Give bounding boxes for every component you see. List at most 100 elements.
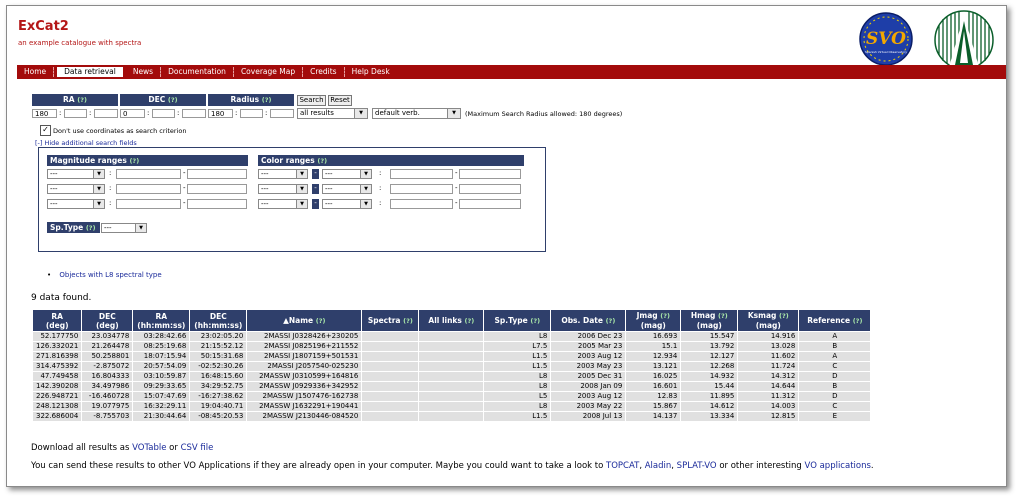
results-select[interactable]: all results ▼ [297, 108, 368, 119]
col-help-link[interactable]: (?) [403, 317, 413, 325]
color-min-input[interactable] [390, 199, 453, 209]
download-csv-link[interactable]: CSV file [181, 443, 214, 453]
col-dec-deg[interactable]: DEC (deg) [82, 310, 133, 331]
dec-degrees-input[interactable]: 0 [120, 109, 145, 118]
nav-data-retrieval[interactable]: Data retrieval [56, 66, 124, 78]
cell-spectra[interactable] [362, 412, 419, 421]
color-max-input[interactable] [459, 184, 521, 194]
col-ra-deg[interactable]: RA (deg) [33, 310, 82, 331]
vo-applications-link[interactable]: VO applications [805, 461, 871, 471]
col-hmag[interactable]: Hmag (?) (mag) [681, 310, 738, 331]
search-button[interactable]: Search [297, 95, 326, 106]
cell-name[interactable]: 2MASSI J2057540-025230 [247, 362, 362, 371]
col-help-link[interactable]: (?) [779, 312, 789, 320]
cell-all-links[interactable] [419, 342, 484, 351]
nav-home[interactable]: Home [17, 67, 55, 77]
col-help-link[interactable]: (?) [853, 317, 863, 325]
splat-link[interactable]: SPLAT-VO [677, 461, 717, 471]
radius-help-link[interactable]: (?) [262, 96, 272, 104]
objects-link[interactable]: Objects with L8 spectral type [59, 271, 161, 279]
cell-all-links[interactable] [419, 362, 484, 371]
color-band-a-select[interactable]: --- ▼ [258, 169, 308, 179]
col-ksmag[interactable]: Ksmag (?) (mag) [738, 310, 799, 331]
cell-all-links[interactable] [419, 352, 484, 361]
nav-help-desk[interactable]: Help Desk [345, 67, 397, 77]
nav-credits[interactable]: Credits [303, 67, 345, 77]
ra-seconds-input[interactable] [94, 109, 118, 118]
col-help-link[interactable]: (?) [606, 317, 616, 325]
cell-name[interactable]: 2MASSW J0310599+164816 [247, 372, 362, 381]
col-help-link[interactable]: (?) [530, 317, 540, 325]
cell-name[interactable]: 2MASSW J2130446-084520 [247, 412, 362, 421]
nav-news[interactable]: News [126, 67, 162, 77]
cell-spectra[interactable] [362, 382, 419, 391]
observatory-logo[interactable] [931, 9, 997, 71]
cell-name[interactable]: 2MASSW J1632291+190441 [247, 402, 362, 411]
cell-all-links[interactable] [419, 402, 484, 411]
cell-name[interactable]: 2MASSW J0929336+342952 [247, 382, 362, 391]
radius-seconds-input[interactable] [270, 109, 294, 118]
magnitude-max-input[interactable] [187, 184, 247, 194]
col-all-links[interactable]: All links (?) [419, 310, 484, 331]
cell-all-links[interactable] [419, 332, 484, 341]
download-votable-link[interactable]: VOTable [132, 443, 166, 453]
cell-spectra[interactable] [362, 372, 419, 381]
color-min-input[interactable] [390, 184, 453, 194]
cell-name[interactable]: 2MASSW J1507476-162738 [247, 392, 362, 401]
color-help-link[interactable]: (?) [317, 157, 327, 165]
aladin-link[interactable]: Aladin [645, 461, 672, 471]
magnitude-max-input[interactable] [187, 199, 247, 209]
ra-minutes-input[interactable] [64, 109, 87, 118]
color-band-b-select[interactable]: --- ▼ [322, 184, 372, 194]
color-band-b-select[interactable]: --- ▼ [322, 199, 372, 209]
cell-spectra[interactable] [362, 332, 419, 341]
color-min-input[interactable] [390, 169, 453, 179]
nav-coverage-map[interactable]: Coverage Map [234, 67, 304, 77]
svo-logo[interactable]: SVO Spanish Virtual Observatory [853, 11, 919, 67]
col-reference[interactable]: Reference (?) [799, 310, 871, 331]
col-obs-date[interactable]: Obs. Date (?) [551, 310, 626, 331]
hide-fields-link[interactable]: [-] Hide additional search fields [35, 139, 137, 147]
col-sptype[interactable]: Sp.Type (?) [484, 310, 551, 331]
no-coords-checkbox[interactable]: ✓ [40, 125, 51, 136]
magnitude-min-input[interactable] [116, 169, 181, 179]
radius-minutes-input[interactable] [240, 109, 263, 118]
cell-name[interactable]: 2MASSI J1807159+501531 [247, 352, 362, 361]
sptype-help-link[interactable]: (?) [86, 224, 96, 232]
verbosity-select[interactable]: default verb. ▼ [372, 108, 461, 119]
magnitude-min-input[interactable] [116, 199, 181, 209]
col-spectra[interactable]: Spectra (?) [362, 310, 419, 331]
col-help-link[interactable]: (?) [465, 317, 475, 325]
color-band-a-select[interactable]: --- ▼ [258, 184, 308, 194]
cell-spectra[interactable] [362, 352, 419, 361]
sptype-select[interactable]: --- ▼ [101, 223, 147, 233]
col-jmag[interactable]: Jmag (?) (mag) [626, 310, 681, 331]
cell-all-links[interactable] [419, 392, 484, 401]
cell-spectra[interactable] [362, 362, 419, 371]
radius-degrees-input[interactable]: 180 [208, 109, 233, 118]
col-dec-hms[interactable]: DEC (hh:mm:ss) [190, 310, 247, 331]
cell-spectra[interactable] [362, 402, 419, 411]
magnitude-max-input[interactable] [187, 169, 247, 179]
color-max-input[interactable] [459, 169, 521, 179]
col-name[interactable]: ▲Name (?) [247, 310, 362, 331]
col-ra-hms[interactable]: RA (hh:mm:ss) [133, 310, 190, 331]
color-band-b-select[interactable]: --- ▼ [322, 169, 372, 179]
cell-spectra[interactable] [362, 392, 419, 401]
col-help-link[interactable]: (?) [718, 312, 728, 320]
cell-all-links[interactable] [419, 382, 484, 391]
cell-all-links[interactable] [419, 372, 484, 381]
magnitude-band-select[interactable]: --- ▼ [47, 169, 105, 179]
col-help-link[interactable]: (?) [316, 317, 326, 325]
dec-minutes-input[interactable] [152, 109, 175, 118]
magnitude-band-select[interactable]: --- ▼ [47, 184, 105, 194]
magnitude-help-link[interactable]: (?) [129, 157, 139, 165]
nav-documentation[interactable]: Documentation [161, 67, 234, 77]
col-help-link[interactable]: (?) [660, 312, 670, 320]
color-max-input[interactable] [459, 199, 521, 209]
ra-hours-input[interactable]: 180 [32, 109, 57, 118]
dec-help-link[interactable]: (?) [168, 96, 178, 104]
cell-all-links[interactable] [419, 412, 484, 421]
cell-name[interactable]: 2MASSI J0328426+230205 [247, 332, 362, 341]
magnitude-band-select[interactable]: --- ▼ [47, 199, 105, 209]
